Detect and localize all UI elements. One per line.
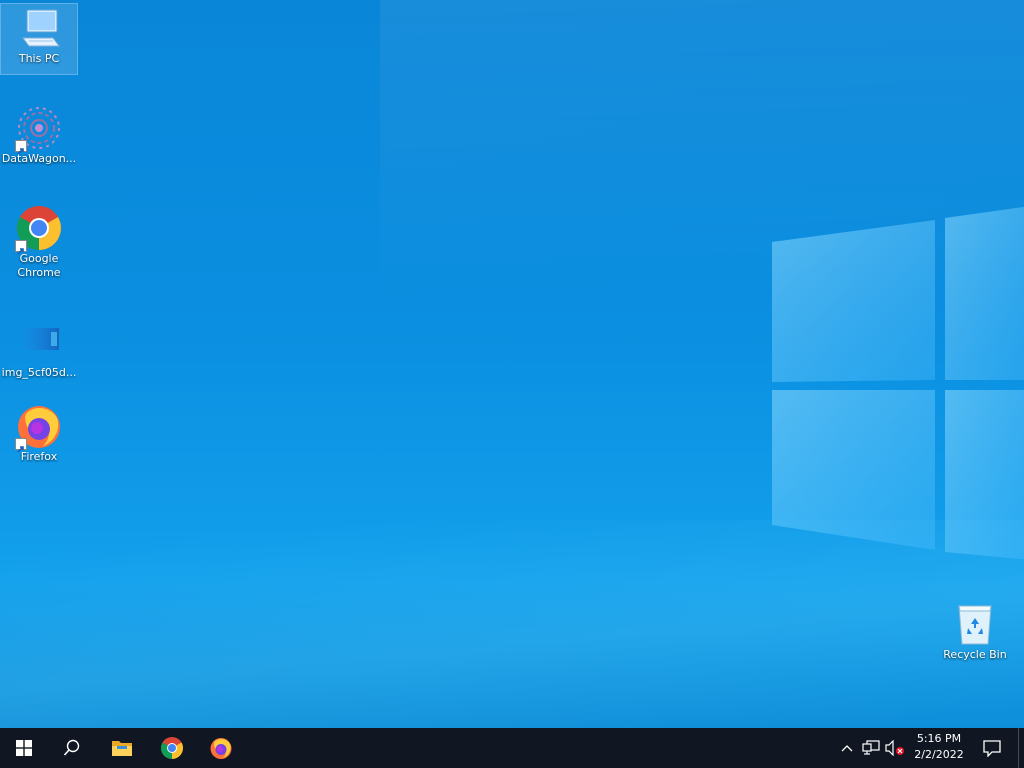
file-explorer-icon xyxy=(112,741,132,756)
desktop-icon-label: img_5cf05d... xyxy=(1,366,77,379)
shortcut-arrow-icon xyxy=(15,438,27,453)
taskbar: 5:16 PM 2/2/2022 xyxy=(0,728,1024,768)
show-desktop-button[interactable] xyxy=(1018,728,1024,768)
firefox-icon xyxy=(15,402,63,453)
start-button[interactable] xyxy=(0,728,48,768)
desktop-icon-firefox[interactable]: Firefox xyxy=(1,402,77,464)
recycle-bin-icon xyxy=(951,600,999,648)
chrome-icon xyxy=(15,204,63,255)
light-ray xyxy=(380,0,1024,627)
network-button[interactable] xyxy=(861,738,881,758)
desktop-icon-google-chrome[interactable]: Google Chrome xyxy=(1,204,77,280)
datawagon-icon xyxy=(15,104,63,155)
desktop[interactable]: This PC DataWagon... Google Chrome img_5… xyxy=(0,0,1024,728)
taskbar-firefox[interactable] xyxy=(197,728,245,768)
desktop-icon-datawagon[interactable]: DataWagon... xyxy=(1,104,77,166)
windows-logo-wallpaper xyxy=(772,206,1024,560)
search-button[interactable] xyxy=(48,728,96,768)
image-file-icon xyxy=(15,318,63,366)
show-hidden-icons-button[interactable] xyxy=(837,738,857,758)
desktop-icon-label: Google Chrome xyxy=(17,252,61,279)
windows-start-icon xyxy=(16,740,32,756)
desktop-icon-this-pc[interactable]: This PC xyxy=(0,3,78,75)
desktop-icon-label: Firefox xyxy=(20,450,58,463)
desktop-icon-image-file[interactable]: img_5cf05d... xyxy=(1,318,77,380)
desktop-icon-label: Recycle Bin xyxy=(943,648,1007,661)
computer-icon xyxy=(15,4,63,52)
firefox-icon xyxy=(210,738,232,759)
search-icon xyxy=(63,739,80,756)
shortcut-arrow-icon xyxy=(15,240,27,255)
clock-date: 2/2/2022 xyxy=(914,748,964,761)
chevron-up-icon xyxy=(841,745,853,752)
light-floor xyxy=(0,520,1024,728)
desktop-icon-label: DataWagon... xyxy=(1,152,77,165)
chrome-icon xyxy=(161,737,183,759)
taskbar-file-explorer[interactable] xyxy=(98,728,146,768)
action-center-button[interactable] xyxy=(976,728,1008,768)
network-icon xyxy=(862,740,880,755)
volume-button[interactable] xyxy=(885,738,905,758)
volume-muted-icon xyxy=(885,740,904,756)
desktop-icon-label: This PC xyxy=(18,52,60,65)
taskbar-chrome[interactable] xyxy=(148,728,196,768)
clock[interactable]: 5:16 PM 2/2/2022 xyxy=(908,731,970,765)
desktop-icon-recycle-bin[interactable]: Recycle Bin xyxy=(937,600,1013,662)
shortcut-arrow-icon xyxy=(15,140,27,155)
clock-time: 5:16 PM xyxy=(916,732,962,745)
action-center-icon xyxy=(983,740,1001,757)
